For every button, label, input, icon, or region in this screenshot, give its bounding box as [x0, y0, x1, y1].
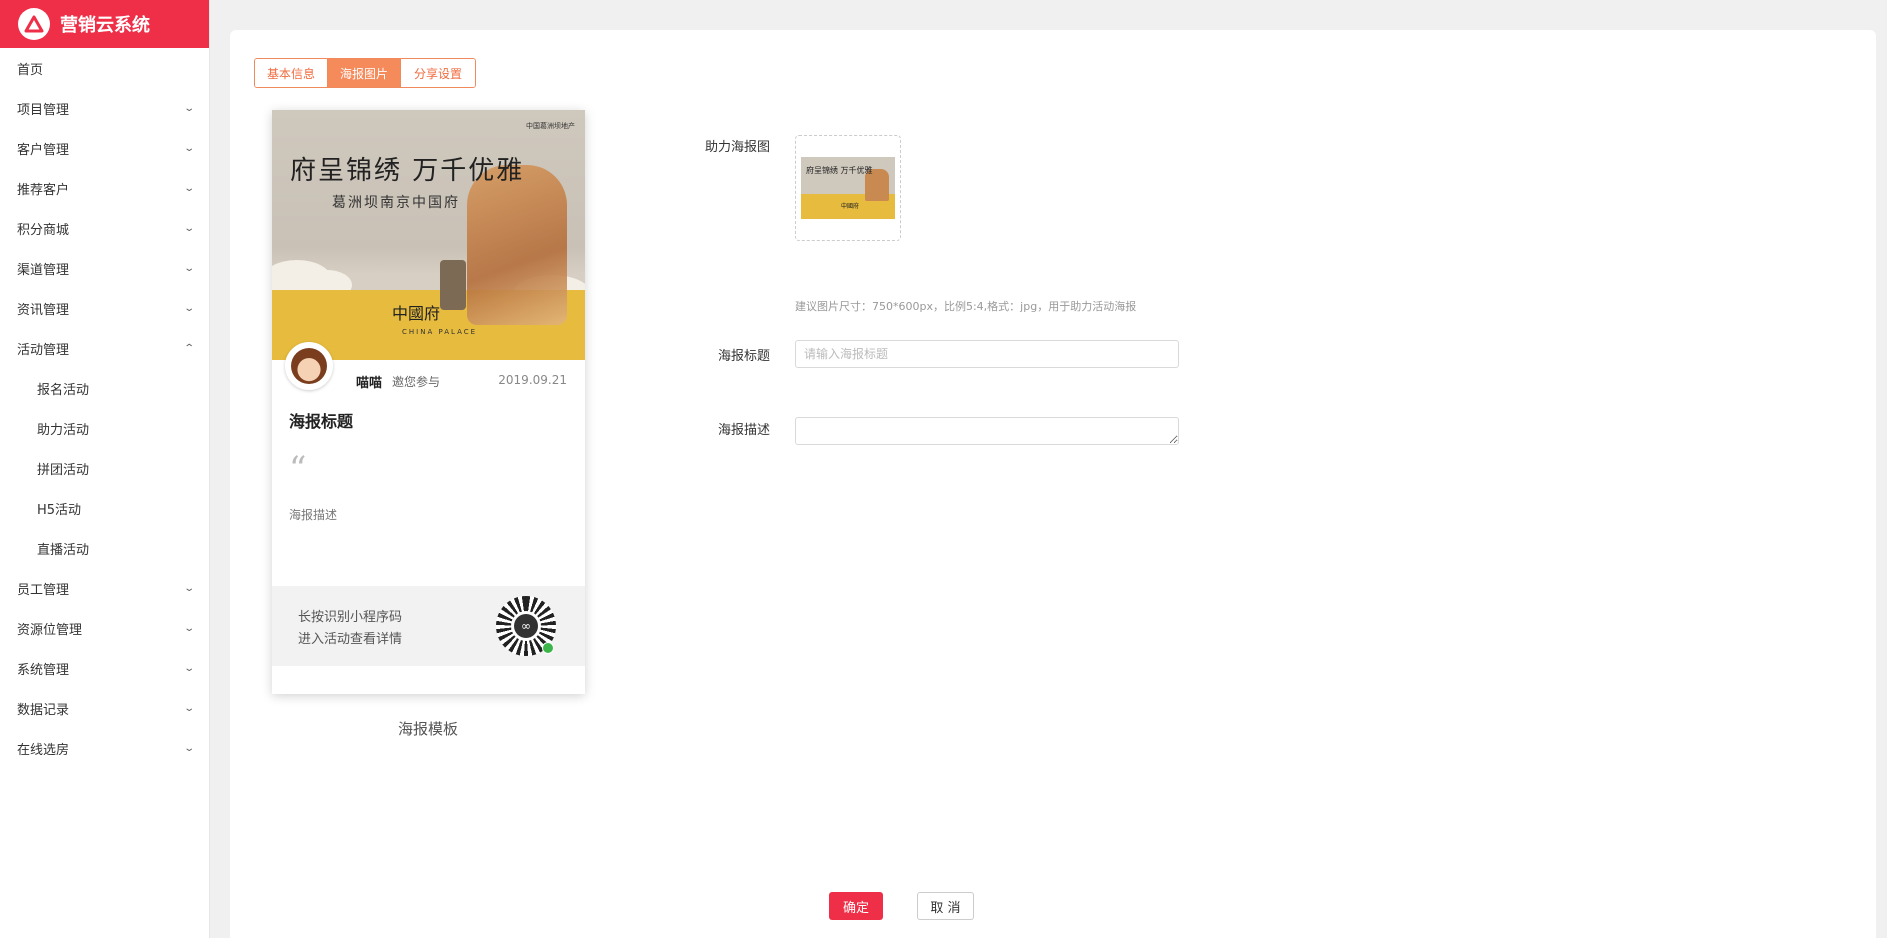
chevron-down-icon: ⌄	[182, 702, 195, 714]
poster-headline: 府呈锦绣 万千优雅	[290, 156, 525, 186]
cancel-button[interactable]: 取 消	[917, 892, 974, 920]
thumbnail-headline: 府呈锦绣 万千优雅	[806, 166, 873, 175]
sidebar-item-label: 项目管理	[17, 102, 70, 118]
sidebar-item-label: 资讯管理	[17, 302, 70, 318]
sidebar-item-label: 积分商城	[17, 222, 70, 238]
poster-image-upload[interactable]: 府呈锦绣 万千优雅 中國府	[795, 135, 901, 241]
submenu-item-label: 直播活动	[37, 542, 90, 558]
submenu-item-label: 拼团活动	[37, 462, 90, 478]
chevron-up-icon: ⌃	[182, 342, 195, 354]
sidebar-item-customer[interactable]: 客户管理 ⌄	[0, 128, 209, 168]
poster-brand: 中國府	[392, 304, 441, 323]
submenu-item-live[interactable]: 直播活动	[0, 528, 209, 568]
poster-image-label: 助力海报图	[704, 140, 770, 155]
avatar	[285, 342, 333, 390]
qipao-dress-image	[467, 165, 567, 325]
chevron-down-icon: ⌄	[182, 142, 195, 154]
sidebar-item-label: 活动管理	[17, 342, 70, 358]
poster-description-textarea[interactable]	[795, 417, 1179, 445]
submenu-item-assist[interactable]: 助力活动	[0, 408, 209, 448]
main-panel: 基本信息 海报图片 分享设置 中国葛洲坝地产 府呈锦绣 万千优雅 葛洲坝南京中国…	[230, 30, 1876, 938]
sidebar-item-label: 数据记录	[17, 702, 70, 718]
chevron-down-icon: ⌄	[182, 182, 195, 194]
sidebar-item-label: 首页	[17, 62, 44, 78]
submenu-item-label: 助力活动	[37, 422, 90, 438]
sidebar-item-label: 系统管理	[17, 662, 70, 678]
poster-footer-line1: 长按识别小程序码	[298, 610, 403, 625]
poster-invite-text: 邀您参与	[392, 375, 441, 389]
poster-footer: 长按识别小程序码 进入活动查看详情 ∞	[272, 586, 585, 666]
sidebar-item-data-records[interactable]: 数据记录 ⌄	[0, 688, 209, 728]
poster-thumbnail: 府呈锦绣 万千优雅 中國府	[801, 157, 895, 219]
sidebar-item-label: 推荐客户	[17, 182, 70, 198]
sidebar-item-home[interactable]: 首页	[0, 48, 209, 88]
sidebar-item-system[interactable]: 系统管理 ⌄	[0, 648, 209, 688]
poster-title: 海报标题	[289, 412, 354, 431]
chevron-down-icon: ⌄	[182, 742, 195, 754]
sidebar-item-label: 在线选房	[17, 742, 70, 758]
chevron-down-icon: ⌄	[182, 662, 195, 674]
tab-bar: 基本信息 海报图片 分享设置	[254, 58, 476, 88]
sidebar-item-project[interactable]: 项目管理 ⌄	[0, 88, 209, 128]
sidebar-item-points-mall[interactable]: 积分商城 ⌄	[0, 208, 209, 248]
sidebar-item-referral[interactable]: 推荐客户 ⌄	[0, 168, 209, 208]
sidebar-item-label: 客户管理	[17, 142, 70, 158]
app-header: 营销云系统	[0, 0, 209, 48]
sidebar-menu: 首页 项目管理 ⌄ 客户管理 ⌄ 推荐客户 ⌄ 积分商城 ⌄ 渠道管理 ⌄ 资讯管理 ⌄ 活…	[0, 48, 209, 768]
vase-image	[440, 260, 466, 310]
chevron-down-icon: ⌄	[182, 302, 195, 314]
poster-preview: 中国葛洲坝地产 府呈锦绣 万千优雅 葛洲坝南京中国府 中國府 CHINA PAL…	[272, 110, 585, 694]
tab-basic-info[interactable]: 基本信息	[255, 59, 328, 87]
submenu-item-group-buy[interactable]: 拼团活动	[0, 448, 209, 488]
sidebar: 营销云系统 首页 项目管理 ⌄ 客户管理 ⌄ 推荐客户 ⌄ 积分商城 ⌄ 渠道管理 ⌄ 资…	[0, 0, 210, 938]
sidebar-item-label: 渠道管理	[17, 262, 70, 278]
poster-brand-en: CHINA PALACE	[402, 328, 478, 336]
chevron-down-icon: ⌄	[182, 622, 195, 634]
poster-footer-line2: 进入活动查看详情	[298, 632, 403, 647]
avatar-image	[291, 348, 327, 384]
sidebar-item-resource[interactable]: 资源位管理 ⌄	[0, 608, 209, 648]
poster-description: 海报描述	[289, 508, 338, 522]
sidebar-item-label: 员工管理	[17, 582, 70, 598]
mini-program-code-icon: ∞	[496, 596, 556, 656]
poster-banner-image: 中国葛洲坝地产 府呈锦绣 万千优雅 葛洲坝南京中国府 中國府 CHINA PAL…	[272, 110, 585, 360]
submenu-item-h5[interactable]: H5活动	[0, 488, 209, 528]
submenu-item-label: H5活动	[37, 502, 82, 518]
poster-date: 2019.09.21	[498, 373, 567, 387]
sidebar-item-activity[interactable]: 活动管理 ⌃	[0, 328, 209, 368]
app-title: 营销云系统	[60, 15, 150, 36]
sidebar-item-staff[interactable]: 员工管理 ⌄	[0, 568, 209, 608]
tab-poster-image[interactable]: 海报图片	[328, 59, 401, 87]
poster-nickname: 喵喵	[356, 376, 383, 391]
chevron-down-icon: ⌄	[182, 582, 195, 594]
chevron-down-icon: ⌄	[182, 262, 195, 274]
chevron-down-icon: ⌄	[182, 102, 195, 114]
description-label: 海报描述	[717, 423, 770, 438]
poster-template-label: 海报模板	[398, 720, 459, 738]
poster-subheadline: 葛洲坝南京中国府	[332, 195, 460, 211]
submenu-item-label: 报名活动	[37, 382, 90, 398]
sidebar-item-online-room[interactable]: 在线选房 ⌄	[0, 728, 209, 768]
title-label: 海报标题	[717, 349, 770, 364]
sidebar-item-label: 资源位管理	[17, 622, 83, 638]
sidebar-item-news[interactable]: 资讯管理 ⌄	[0, 288, 209, 328]
submenu-item-signup[interactable]: 报名活动	[0, 368, 209, 408]
triangle-logo-icon	[18, 8, 50, 40]
poster-corner-text: 中国葛洲坝地产	[526, 122, 575, 130]
thumbnail-brand: 中國府	[841, 203, 860, 210]
confirm-button[interactable]: 确定	[829, 892, 883, 920]
upload-hint: 建议图片尺寸：750*600px，比例5:4,格式：jpg，用于助力活动海报	[795, 300, 1137, 313]
quote-icon: “	[289, 449, 307, 489]
poster-title-input[interactable]	[795, 340, 1179, 368]
chevron-down-icon: ⌄	[182, 222, 195, 234]
tab-share-settings[interactable]: 分享设置	[401, 59, 475, 87]
sidebar-item-channel[interactable]: 渠道管理 ⌄	[0, 248, 209, 288]
